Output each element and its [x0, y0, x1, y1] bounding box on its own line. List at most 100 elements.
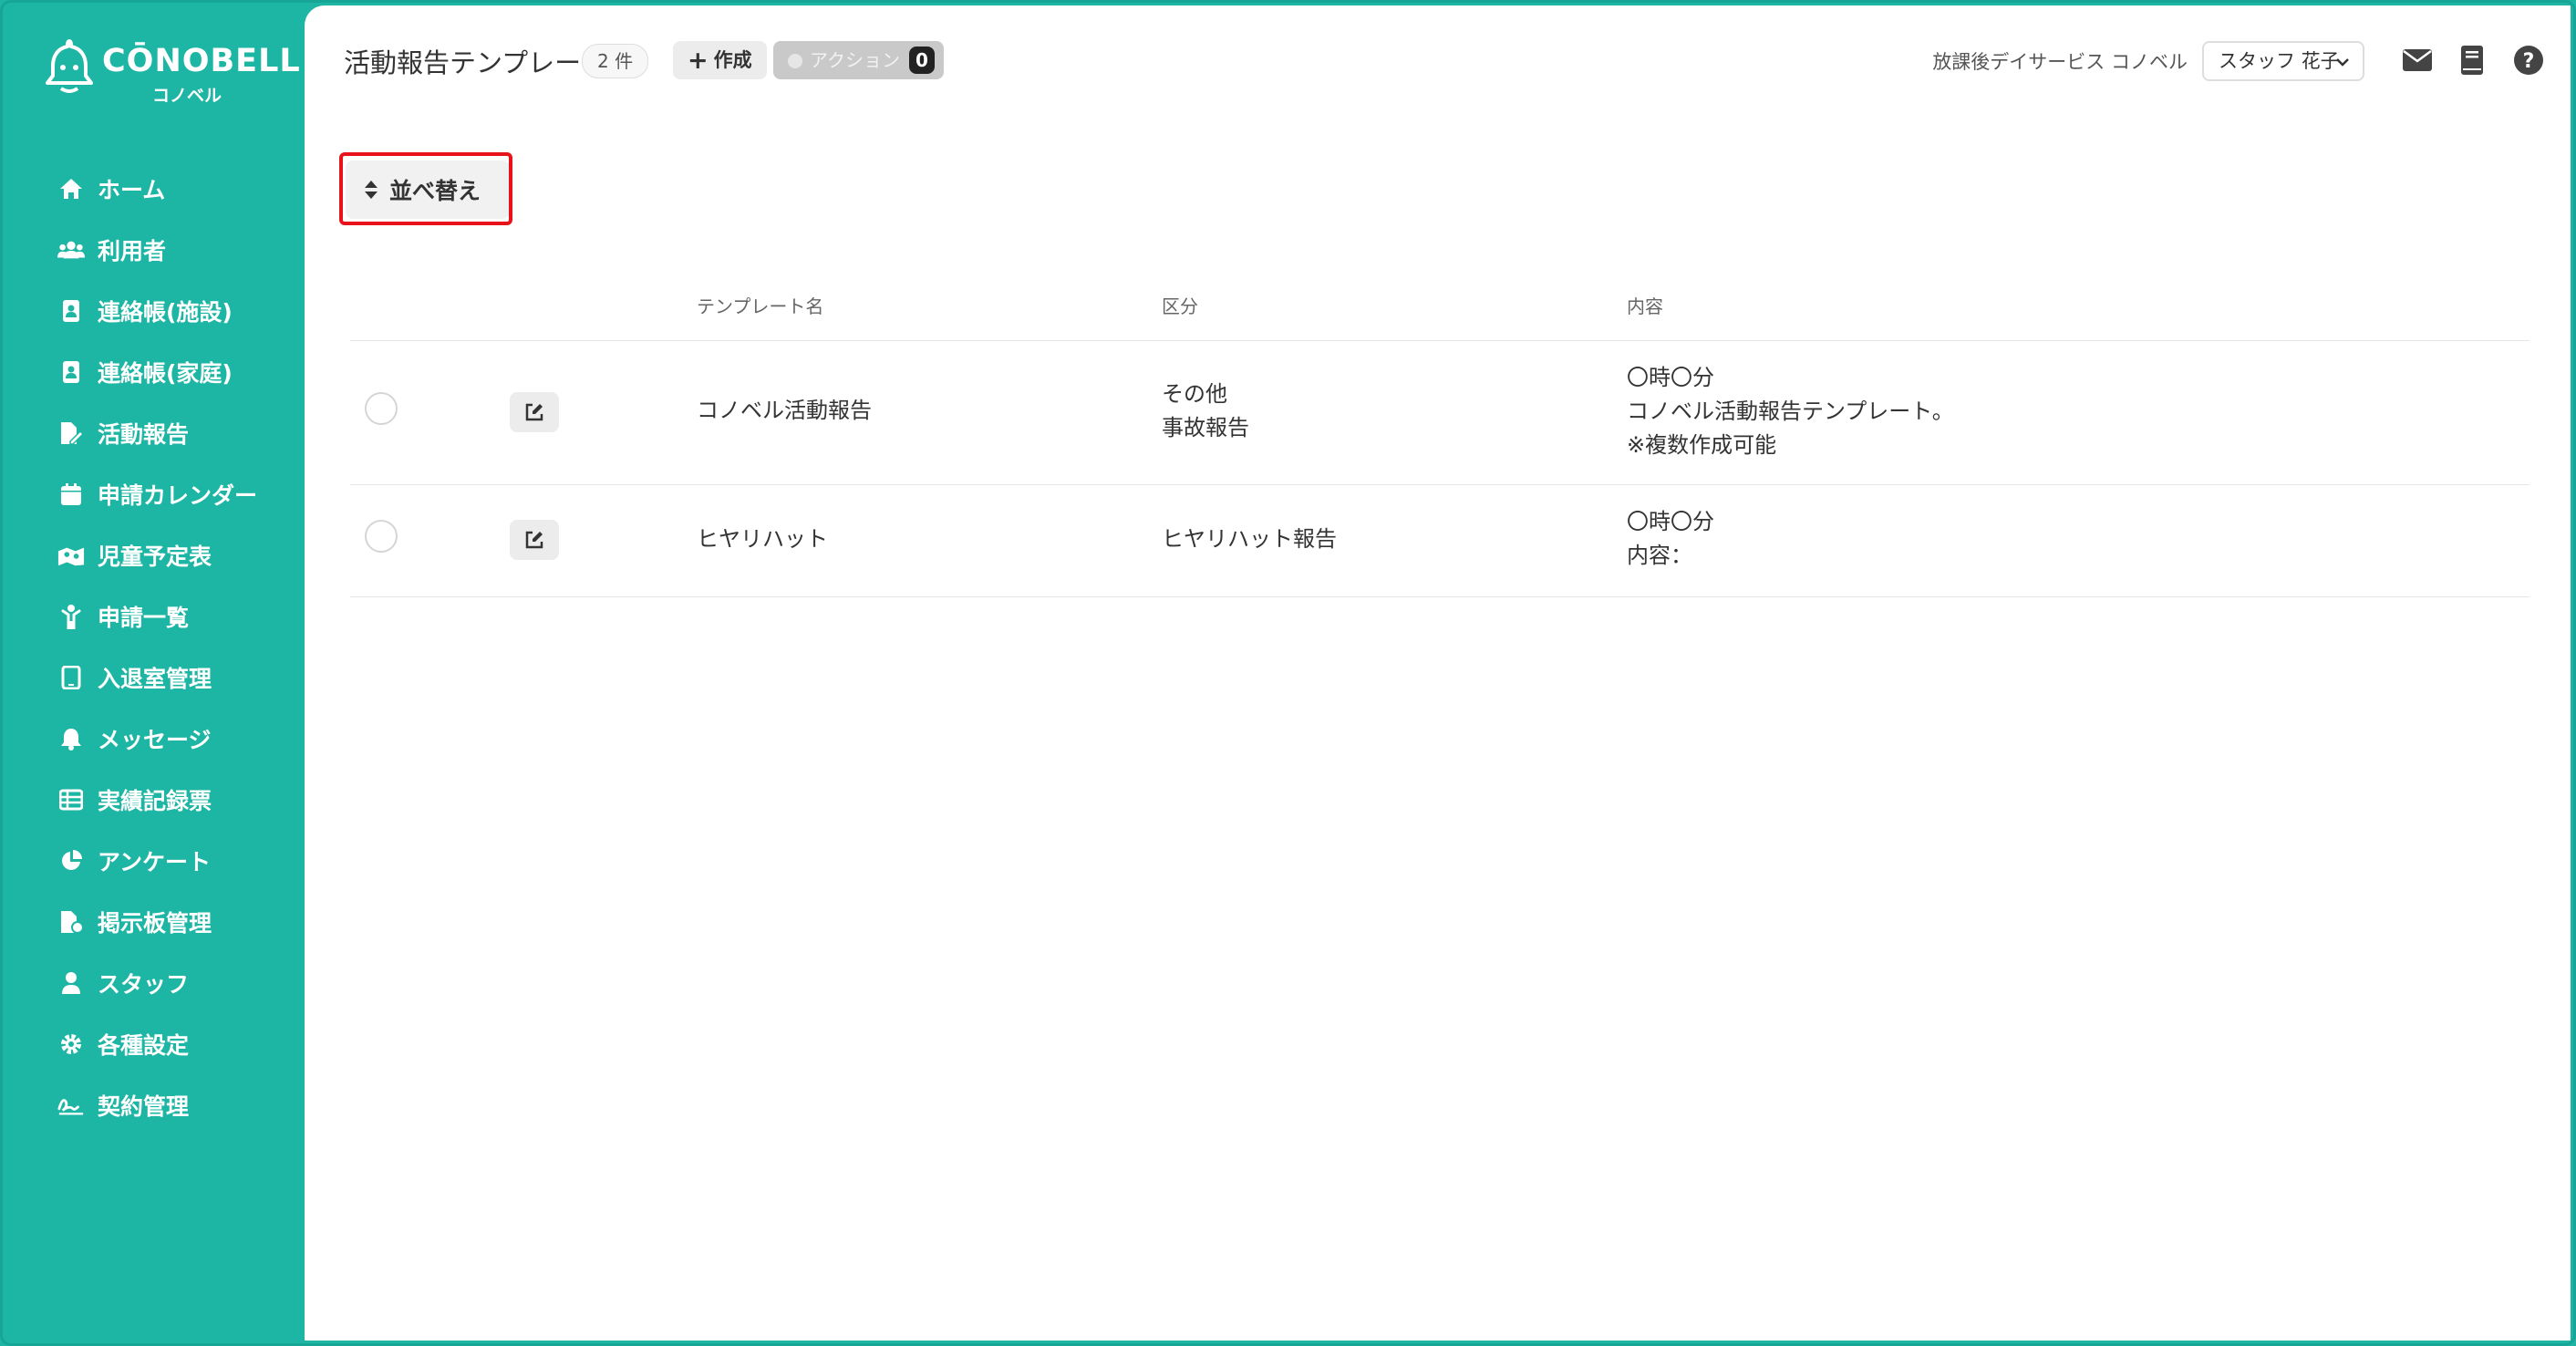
page-title: 活動報告テンプレート — [344, 47, 608, 78]
create-button[interactable]: + 作成 — [673, 41, 767, 79]
edit-button[interactable] — [510, 520, 559, 560]
brand-logo[interactable]: CŌNOBELL コノベル — [43, 37, 300, 106]
sidebar-item-label: 掲示板管理 — [98, 909, 212, 937]
category-cell: その他 事故報告 — [1162, 378, 1249, 445]
sidebar-item-message[interactable]: メッセージ — [3, 708, 305, 769]
sidebar-item-label: 児童予定表 — [98, 543, 212, 570]
row-checkbox[interactable] — [365, 392, 398, 425]
template-name: コノベル活動報告 — [697, 398, 872, 423]
sidebar-item-board[interactable]: 掲示板管理 — [3, 891, 305, 952]
sort-icon — [365, 181, 378, 199]
row-checkbox[interactable] — [365, 520, 398, 553]
users-icon — [57, 236, 85, 264]
table-row[interactable]: コノベル活動報告 その他 事故報告 〇時〇分 コノベル活動報告テンプレート。 ※… — [350, 341, 2529, 485]
action-count: 0 — [909, 47, 935, 74]
contact-book-icon — [57, 358, 85, 386]
action-button-label: アクション — [810, 49, 900, 71]
count-badge: 2 件 — [582, 44, 649, 78]
column-header-category: 区分 — [1162, 295, 1198, 317]
sidebar-item-label: 契約管理 — [98, 1092, 190, 1120]
sort-button[interactable]: 並べ替え — [346, 160, 510, 219]
report-icon — [57, 419, 85, 447]
app-window: CŌNOBELL コノベル ホーム 利用者 連絡帳(施設) 連絡帳(家庭) 活動… — [0, 0, 2576, 1346]
svg-text:?: ? — [2523, 50, 2535, 73]
create-button-label: 作成 — [713, 49, 752, 71]
edit-icon — [525, 531, 543, 549]
sidebar-item-label: アンケート — [98, 848, 212, 875]
sidebar-item-survey[interactable]: アンケート — [3, 830, 305, 891]
sort-button-label: 並べ替え — [389, 178, 481, 204]
sidebar-item-child-schedule[interactable]: 児童予定表 — [3, 524, 305, 585]
sidebar-item-label: 申請一覧 — [98, 604, 190, 631]
header: 活動報告テンプレート 2 件 + 作成 アクション 0 放課後デイサービス コノベ… — [305, 5, 2571, 115]
facility-name: 放課後デイサービス コノベル — [1932, 51, 2188, 73]
contact-book-icon — [57, 297, 85, 325]
sidebar-item-label: 連絡帳(施設) — [98, 298, 233, 326]
help-icon[interactable]: ? — [2512, 44, 2545, 77]
plus-icon: + — [688, 47, 709, 75]
content-line: 〇時〇分 — [1627, 365, 1714, 390]
sidebar-item-label: 実績記録票 — [98, 787, 212, 814]
brand-name: CŌNOBELL — [102, 43, 301, 79]
sidebar-item-label: ホーム — [98, 176, 166, 203]
table-header: テンプレート名 区分 内容 — [350, 270, 2529, 341]
schedule-icon — [57, 542, 85, 569]
pie-chart-icon — [57, 847, 85, 875]
sidebar-item-staff[interactable]: スタッフ — [3, 952, 305, 1013]
sidebar-item-users[interactable]: 利用者 — [3, 219, 305, 280]
category-line: その他 — [1162, 381, 1227, 407]
mail-icon[interactable] — [2401, 44, 2434, 77]
content-cell: 〇時〇分 内容： — [1627, 505, 1714, 573]
sidebar-item-label: 活動報告 — [98, 420, 190, 448]
sidebar-item-settings[interactable]: 各種設定 — [3, 1013, 305, 1074]
manual-book-icon[interactable] — [2456, 44, 2488, 77]
gear-icon — [57, 1030, 85, 1058]
sidebar-item-request-list[interactable]: 申請一覧 — [3, 585, 305, 647]
brand-sub: コノベル — [152, 86, 222, 106]
staff-select[interactable]: スタッフ 花子 — [2202, 41, 2364, 81]
sidebar-nav: ホーム 利用者 連絡帳(施設) 連絡帳(家庭) 活動報告 申請カレンダー 児童予… — [3, 158, 305, 1135]
main-panel: 活動報告テンプレート 2 件 + 作成 アクション 0 放課後デイサービス コノベ… — [305, 5, 2571, 1341]
hand-icon — [788, 54, 802, 68]
sidebar-item-label: スタッフ — [98, 970, 190, 998]
calendar-icon — [57, 481, 85, 508]
content-line: 内容： — [1627, 543, 1692, 568]
staff-icon — [57, 969, 85, 997]
sidebar-item-contact-facility[interactable]: 連絡帳(施設) — [3, 280, 305, 341]
signature-icon — [57, 1092, 85, 1119]
staff-select-value: スタッフ 花子 — [2219, 50, 2340, 72]
sidebar-item-activity-report[interactable]: 活動報告 — [3, 402, 305, 463]
sidebar-item-contact-home[interactable]: 連絡帳(家庭) — [3, 341, 305, 402]
content-line: コノベル活動報告テンプレート。 — [1627, 399, 1954, 424]
child-icon — [57, 603, 85, 630]
content-cell: 〇時〇分 コノベル活動報告テンプレート。 ※複数作成可能 — [1627, 361, 1954, 462]
home-icon — [57, 175, 85, 202]
sidebar-item-label: 入退室管理 — [98, 665, 212, 692]
sidebar-item-label: 利用者 — [98, 237, 167, 264]
table-icon — [57, 786, 85, 813]
sidebar-item-contract[interactable]: 契約管理 — [3, 1074, 305, 1135]
sidebar-item-request-calendar[interactable]: 申請カレンダー — [3, 463, 305, 524]
sidebar-item-entry-exit[interactable]: 入退室管理 — [3, 647, 305, 708]
bell-icon — [57, 725, 85, 752]
template-name: ヒヤリハット — [697, 526, 828, 552]
sidebar-item-home[interactable]: ホーム — [3, 158, 305, 219]
category-line: ヒヤリハット報告 — [1162, 526, 1337, 552]
column-header-content: 内容 — [1627, 295, 1663, 317]
board-icon — [57, 908, 85, 936]
content-line: 〇時〇分 — [1627, 509, 1714, 534]
action-button[interactable]: アクション 0 — [773, 41, 944, 79]
column-header-name: テンプレート名 — [697, 295, 824, 317]
sidebar-item-label: メッセージ — [98, 726, 212, 753]
edit-icon — [525, 403, 543, 421]
sidebar-item-label: 連絡帳(家庭) — [98, 359, 233, 387]
sidebar-item-records[interactable]: 実績記録票 — [3, 769, 305, 830]
category-line: 事故報告 — [1162, 415, 1249, 440]
edit-button[interactable] — [510, 392, 559, 432]
tablet-icon — [57, 664, 85, 691]
sidebar: CŌNOBELL コノベル ホーム 利用者 連絡帳(施設) 連絡帳(家庭) 活動… — [3, 3, 305, 1343]
template-table: テンプレート名 区分 内容 コノベル活動報告 その他 事故報告 〇時〇分 コノベ… — [350, 270, 2529, 597]
table-row[interactable]: ヒヤリハット ヒヤリハット報告 〇時〇分 内容： — [350, 485, 2529, 597]
bell-logo-icon — [46, 39, 93, 93]
sidebar-item-label: 申請カレンダー — [98, 481, 258, 509]
